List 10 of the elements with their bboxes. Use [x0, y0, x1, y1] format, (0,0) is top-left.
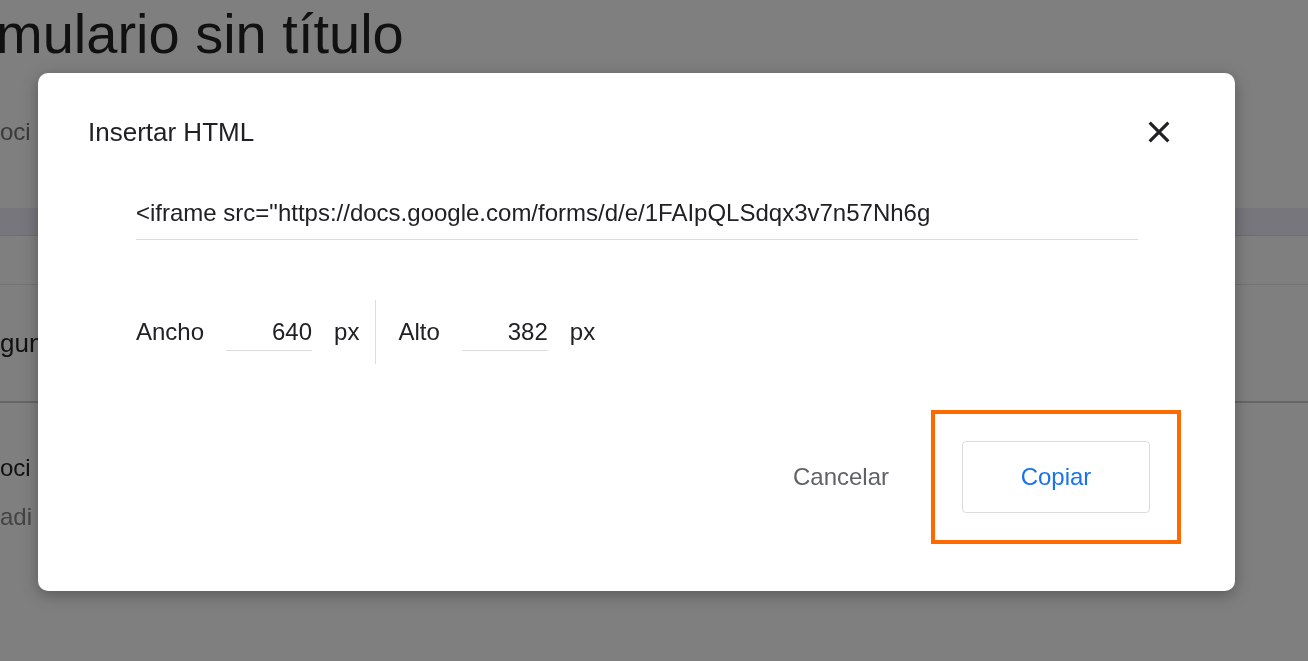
- width-label: Ancho: [136, 318, 205, 346]
- option-text: adi: [0, 503, 33, 530]
- copy-button[interactable]: Copiar: [962, 441, 1150, 513]
- tab-label: oci: [0, 118, 31, 145]
- height-label: Alto: [398, 318, 440, 346]
- form-title: mulario sin título: [0, 1, 405, 67]
- unit-label: px: [569, 318, 596, 346]
- option-text: oci: [0, 454, 31, 482]
- unit-label: px: [334, 318, 360, 346]
- dialog-title: Insertar HTML: [88, 116, 255, 148]
